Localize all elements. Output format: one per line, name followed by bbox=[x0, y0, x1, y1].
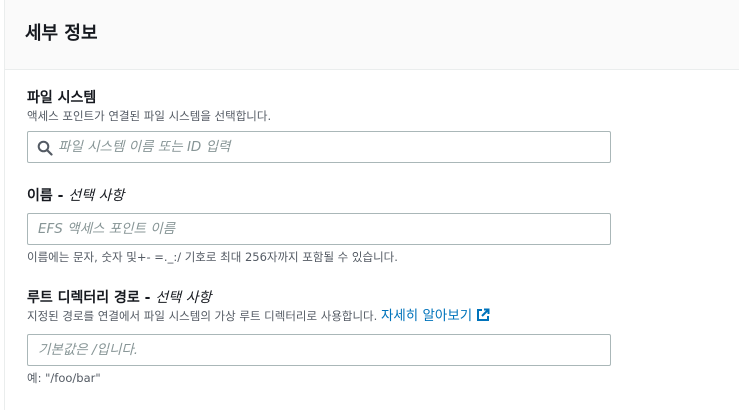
panel-header: 세부 정보 bbox=[5, 0, 739, 70]
file-system-search-input[interactable] bbox=[28, 132, 610, 162]
root-directory-description-row: 지정된 경로를 연결에서 파일 시스템의 가상 루트 디렉터리로 사용합니다. … bbox=[27, 308, 611, 324]
root-directory-description: 지정된 경로를 연결에서 파일 시스템의 가상 루트 디렉터리로 사용합니다. bbox=[27, 309, 378, 323]
root-directory-input-box bbox=[27, 334, 611, 366]
root-directory-example: 예: "/foo/bar" bbox=[27, 371, 101, 385]
name-input-box bbox=[27, 213, 611, 245]
name-constraint-text: 이름에는 문자, 숫자 및+- =._:/ 기호로 최대 256자까지 포함될 … bbox=[27, 250, 398, 264]
file-system-description: 액세스 포인트가 연결된 파일 시스템을 선택합니다. bbox=[27, 109, 272, 123]
file-system-search-box bbox=[27, 131, 611, 163]
learn-more-link[interactable]: 자세히 알아보기 bbox=[381, 308, 490, 324]
panel-title: 세부 정보 bbox=[25, 23, 98, 44]
name-label-separator: - bbox=[52, 188, 69, 204]
name-label-row: 이름 - 선택 사항 bbox=[27, 186, 611, 206]
file-system-field: 파일 시스템 액세스 포인트가 연결된 파일 시스템을 선택합니다. bbox=[27, 88, 611, 163]
details-panel: 세부 정보 파일 시스템 액세스 포인트가 연결된 파일 시스템을 선택합니다.… bbox=[4, 0, 739, 410]
file-system-label: 파일 시스템 bbox=[27, 90, 97, 106]
name-label: 이름 bbox=[27, 188, 53, 204]
external-link-icon bbox=[477, 308, 490, 321]
root-directory-input[interactable] bbox=[28, 335, 610, 365]
root-directory-label: 루트 디렉터리 경로 bbox=[27, 290, 140, 306]
learn-more-label: 자세히 알아보기 bbox=[380, 308, 473, 324]
name-field: 이름 - 선택 사항 이름에는 문자, 숫자 및+- =._:/ 기호로 최대 … bbox=[27, 186, 611, 265]
root-directory-optional-tag: 선택 사항 bbox=[155, 290, 212, 306]
name-input[interactable] bbox=[28, 214, 610, 244]
root-directory-field: 루트 디렉터리 경로 - 선택 사항 지정된 경로를 연결에서 파일 시스템의 … bbox=[27, 288, 611, 386]
root-directory-label-separator: - bbox=[139, 290, 156, 306]
root-directory-label-row: 루트 디렉터리 경로 - 선택 사항 bbox=[27, 288, 611, 308]
name-optional-tag: 선택 사항 bbox=[68, 188, 125, 204]
